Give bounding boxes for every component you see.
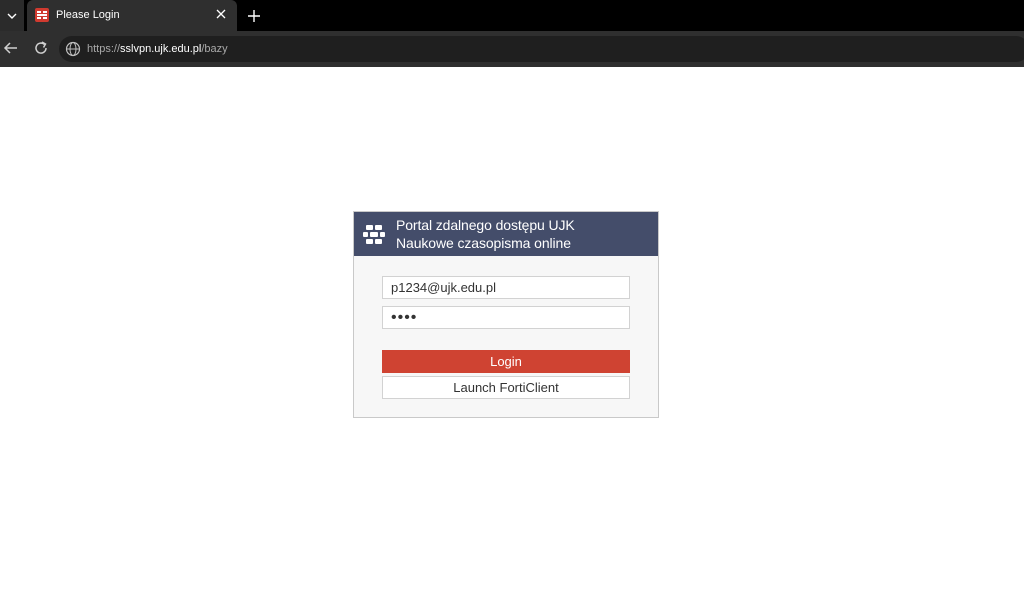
url-scheme: https:// <box>87 43 121 55</box>
reload-icon[interactable] <box>32 39 50 57</box>
address-bar[interactable]: https://sslvpn.ujk.edu.pl/bazy <box>59 36 1024 62</box>
username-field[interactable] <box>382 276 630 299</box>
launch-forticlient-button[interactable]: Launch FortiClient <box>382 376 630 399</box>
tab-strip: Please Login <box>0 0 1024 31</box>
url-text: https://sslvpn.ujk.edu.pl/bazy <box>87 43 228 55</box>
site-info-icon[interactable] <box>65 41 81 57</box>
browser-tab[interactable]: Please Login <box>27 0 237 31</box>
url-host: sslvpn.ujk.edu.pl <box>120 43 202 55</box>
portal-subtitle: Naukowe czasopisma online <box>396 235 571 251</box>
tab-title: Please Login <box>56 9 120 21</box>
plus-icon <box>248 10 260 22</box>
login-button[interactable]: Login <box>382 350 630 373</box>
password-field[interactable] <box>382 306 630 329</box>
tab-close-button[interactable] <box>213 6 229 22</box>
new-tab-button[interactable] <box>244 6 264 26</box>
login-header: Portal zdalnego dostępu UJK Naukowe czas… <box>354 212 658 256</box>
portal-title: Portal zdalnego dostępu UJK <box>396 217 575 233</box>
url-path: /bazy <box>201 43 228 55</box>
close-icon <box>216 9 226 19</box>
tab-search-button[interactable] <box>0 0 24 31</box>
fortinet-favicon-icon <box>35 8 49 22</box>
chevron-down-icon <box>7 13 17 19</box>
fortinet-logo-icon <box>363 225 387 244</box>
back-icon[interactable] <box>2 39 20 57</box>
login-panel: Portal zdalnego dostępu UJK Naukowe czas… <box>353 211 659 418</box>
toolbar: https://sslvpn.ujk.edu.pl/bazy <box>0 31 1024 67</box>
